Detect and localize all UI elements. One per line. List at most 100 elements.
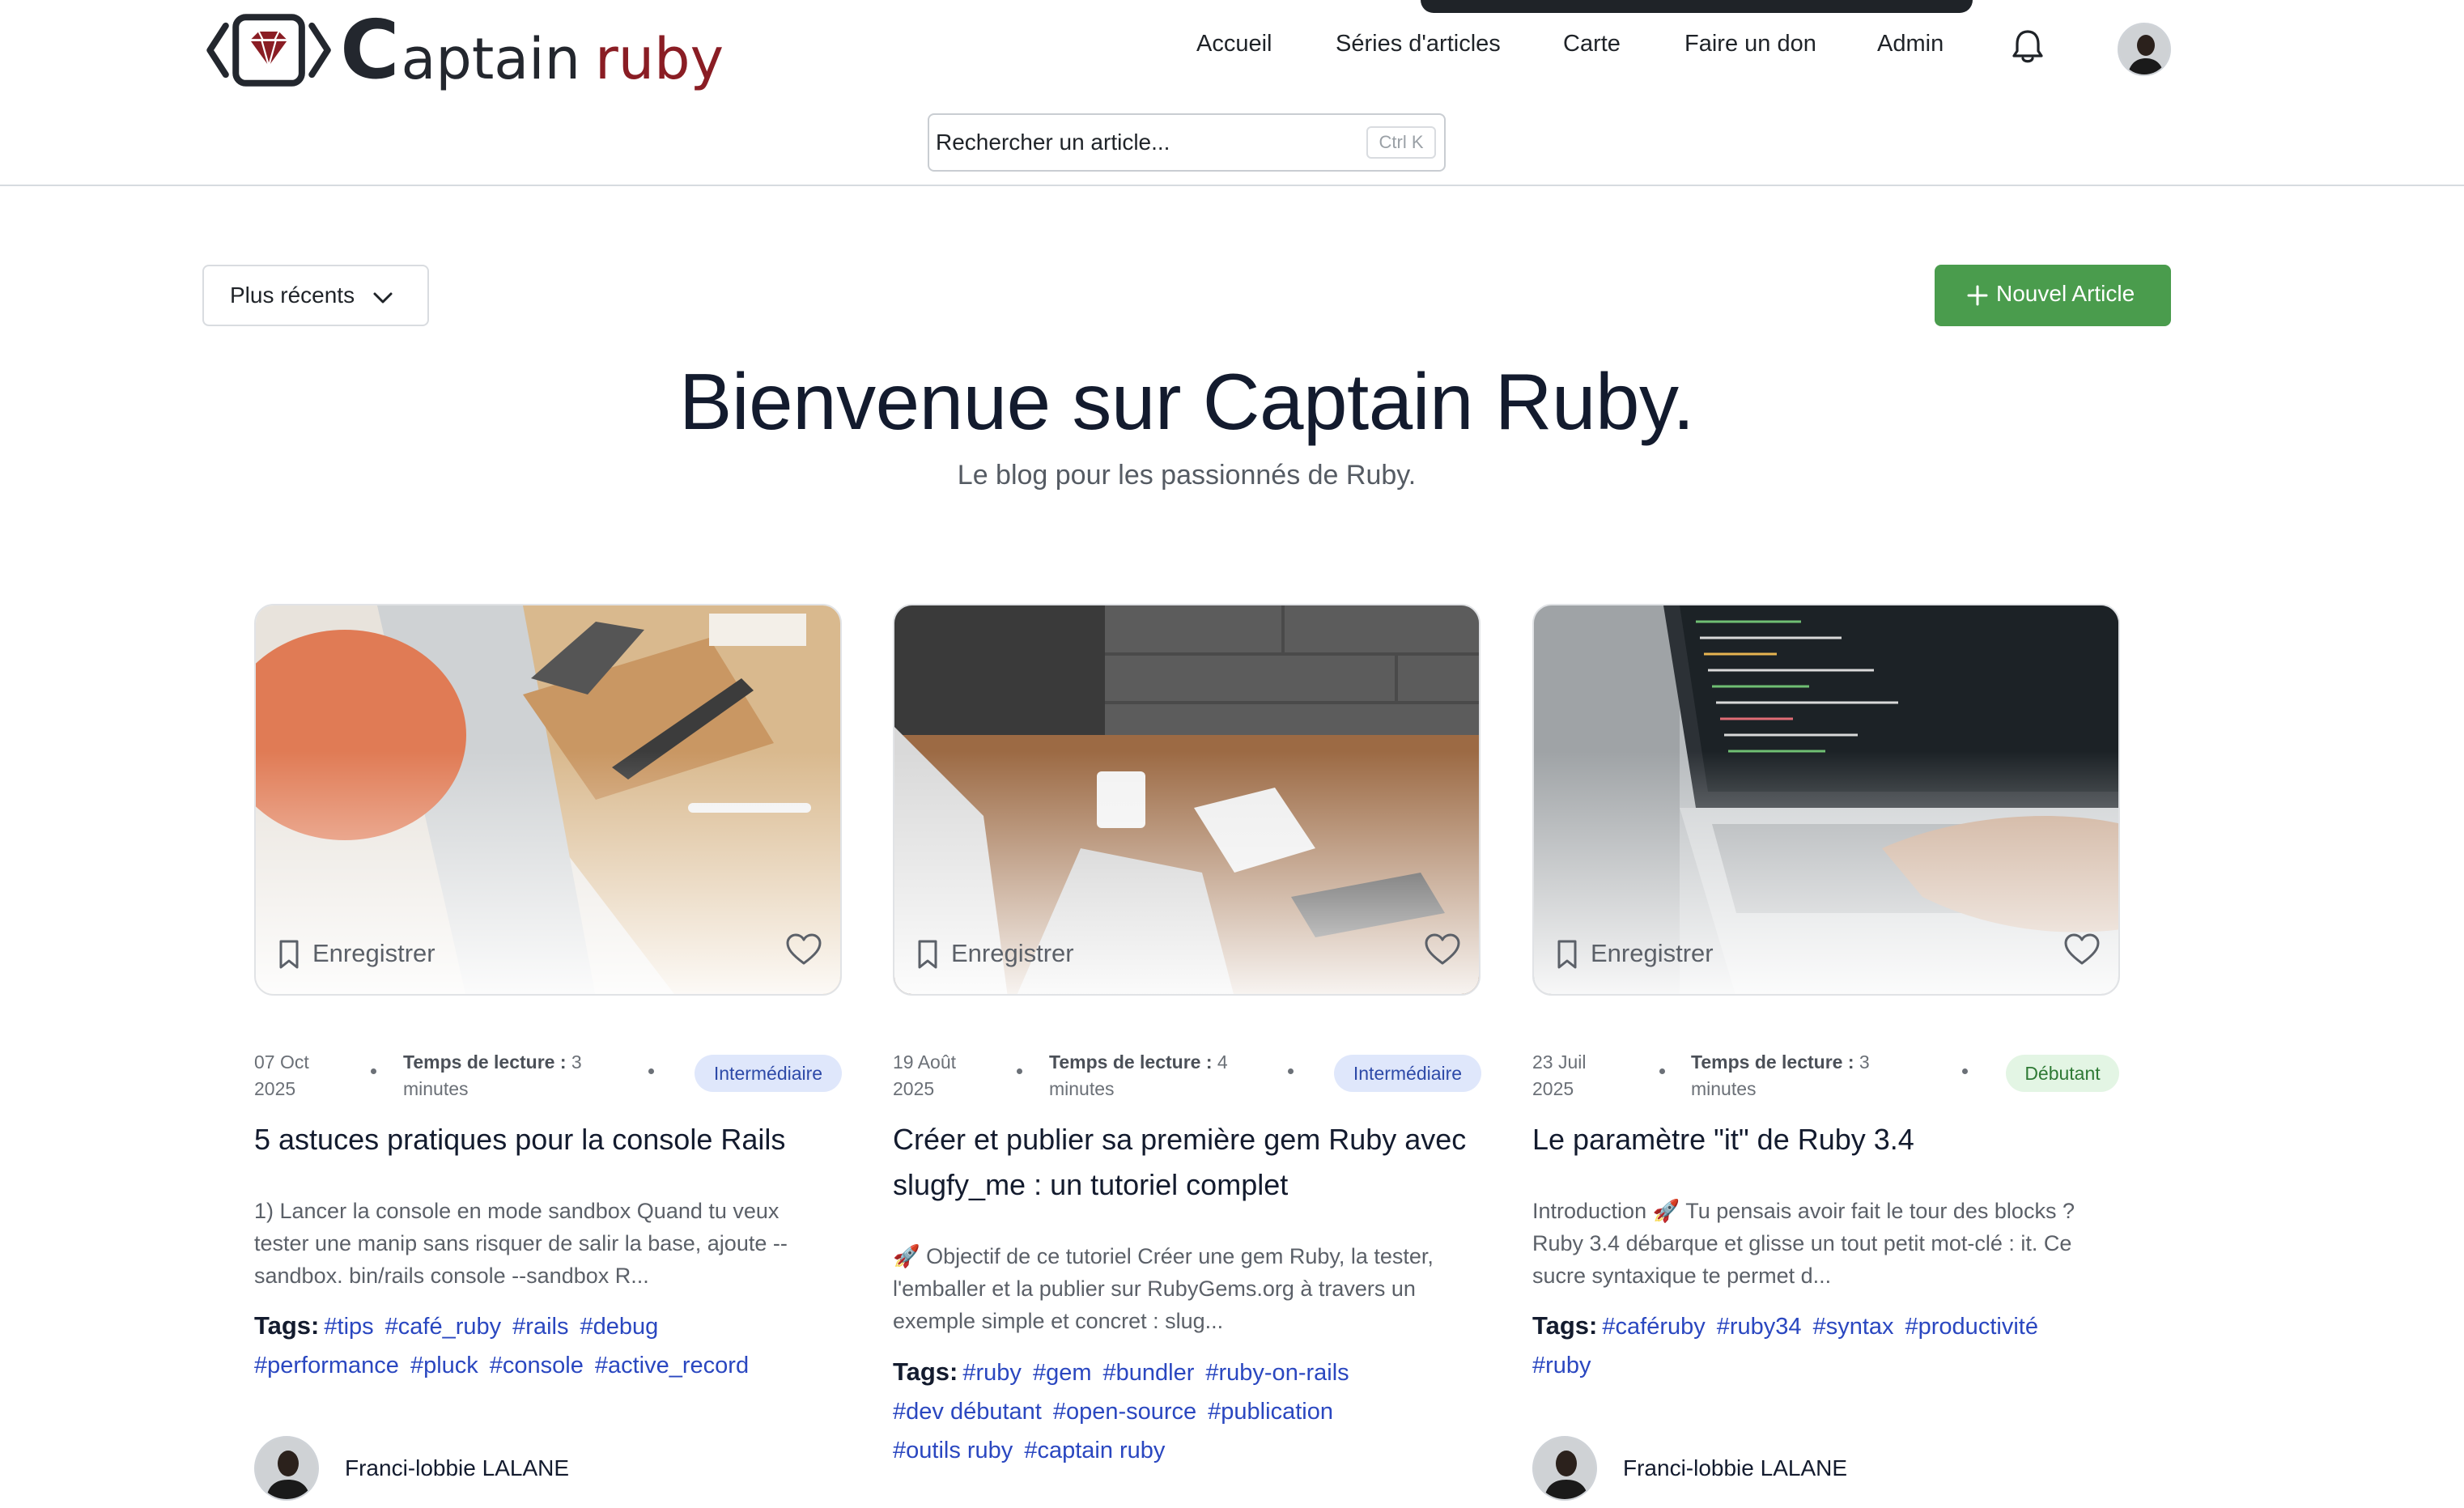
tag-link[interactable]: #syntax — [1813, 1314, 1894, 1340]
tag-link[interactable]: #bundler — [1102, 1360, 1194, 1386]
logo-word-captain: aptain — [401, 26, 580, 92]
site-header: C aptain ruby Accueil Séries d'articles … — [0, 0, 2464, 186]
author-name[interactable]: Franci-lobbie LALANE — [1623, 1455, 1847, 1481]
date-year: 2025 — [893, 1078, 935, 1099]
heart-icon[interactable] — [2063, 932, 2101, 966]
bookmark-icon — [279, 940, 299, 969]
author-avatar[interactable] — [254, 1436, 319, 1501]
meta-separator — [648, 1068, 654, 1074]
reading-time: Temps de lecture : 3 minutes — [1691, 1049, 1901, 1102]
date-day-month: 19 Août — [893, 1051, 957, 1073]
save-label: Enregistrer — [951, 939, 1074, 967]
article-date: 19 Août 2025 — [893, 1049, 974, 1102]
user-avatar-image — [2119, 24, 2169, 74]
article-title[interactable]: Créer et publier sa première gem Ruby av… — [893, 1117, 1481, 1208]
page-subtitle: Le blog pour les passionnés de Ruby. — [957, 460, 1417, 491]
tag-link[interactable]: #ruby — [1532, 1353, 1591, 1378]
date-day-month: 07 Oct — [254, 1051, 309, 1073]
chevron-down-icon — [373, 292, 393, 304]
plus-icon — [1967, 285, 1988, 306]
tag-link[interactable]: #rails — [512, 1314, 568, 1340]
ruby-logo-icon — [206, 14, 331, 87]
sort-dropdown[interactable]: Plus récents — [202, 265, 429, 326]
article-excerpt: Introduction 🚀 Tu pensais avoir fait le … — [1532, 1199, 2075, 1288]
new-article-button[interactable]: Nouvel Article — [1935, 265, 2171, 326]
nav-accueil[interactable]: Accueil — [1196, 31, 1272, 57]
bookmark-icon — [1557, 940, 1577, 969]
article-title[interactable]: Le paramètre "it" de Ruby 3.4 — [1532, 1117, 2120, 1162]
tag-link[interactable]: #tips — [324, 1314, 373, 1340]
search-input[interactable]: Rechercher un article... Ctrl K — [928, 113, 1446, 172]
tag-link[interactable]: #active_record — [595, 1353, 749, 1378]
article-tags: Tags: #ruby #gem #bundler #ruby-on-rails #dev… — [893, 1353, 1481, 1470]
tag-link[interactable]: #ruby-on-rails — [1205, 1360, 1349, 1386]
reading-time-label: Temps de lecture : — [1691, 1051, 1854, 1073]
reading-time-value: 3 — [1859, 1051, 1870, 1073]
site-logo[interactable]: C aptain ruby — [206, 6, 724, 94]
tag-link[interactable]: #ruby34 — [1717, 1314, 1802, 1340]
save-label: Enregistrer — [1591, 939, 1714, 967]
reading-time: Temps de lecture : 3 minutes — [403, 1049, 614, 1102]
meta-separator — [1659, 1068, 1665, 1074]
date-day-month: 23 Juil — [1532, 1051, 1587, 1073]
reading-time-unit: minutes — [1049, 1078, 1115, 1099]
reading-time: Temps de lecture : 4 minutes — [1049, 1049, 1260, 1102]
author-avatar-image — [256, 1438, 317, 1499]
tags-label: Tags: — [254, 1311, 320, 1340]
reading-time-unit: minutes — [403, 1078, 469, 1099]
meta-separator — [1288, 1068, 1294, 1074]
nav-series[interactable]: Séries d'articles — [1336, 31, 1501, 57]
tag-link[interactable]: #ruby — [962, 1360, 1022, 1386]
tag-link[interactable]: #outils ruby — [893, 1438, 1013, 1463]
tag-link[interactable]: #gem — [1033, 1360, 1092, 1386]
date-year: 2025 — [254, 1078, 296, 1099]
bell-icon[interactable] — [2010, 28, 2046, 65]
bookmark-icon — [918, 940, 937, 969]
article-excerpt: 🚀 Objectif de ce tutoriel Créer une gem … — [893, 1244, 1434, 1333]
user-avatar[interactable] — [2118, 23, 2171, 76]
heart-icon[interactable] — [785, 932, 822, 966]
article-title[interactable]: 5 astuces pratiques pour la console Rail… — [254, 1117, 842, 1162]
tags-label: Tags: — [1532, 1311, 1598, 1340]
tag-link[interactable]: #performance — [254, 1353, 399, 1378]
level-badge: Intermédiaire — [695, 1055, 842, 1092]
nav-admin[interactable]: Admin — [1877, 31, 1944, 57]
article-excerpt: 1) Lancer la console en mode sandbox Qua… — [254, 1199, 788, 1288]
date-year: 2025 — [1532, 1078, 1574, 1099]
tag-link[interactable]: #debug — [580, 1314, 658, 1340]
article-tags: Tags: #tips #café_ruby #rails #debug #perform… — [254, 1306, 842, 1385]
tag-link[interactable]: #dev débutant — [893, 1399, 1042, 1425]
author-avatar[interactable] — [1532, 1436, 1597, 1501]
meta-separator — [371, 1068, 376, 1074]
meta-separator — [1962, 1068, 1968, 1074]
article-tags: Tags: #caféruby #ruby34 #syntax #productivit… — [1532, 1306, 2120, 1385]
tags-label: Tags: — [893, 1357, 958, 1386]
reading-time-label: Temps de lecture : — [1049, 1051, 1213, 1073]
nav-carte[interactable]: Carte — [1563, 31, 1621, 57]
reading-time-value: 4 — [1217, 1051, 1228, 1073]
tag-link[interactable]: #café_ruby — [385, 1314, 502, 1340]
reading-time-label: Temps de lecture : — [403, 1051, 567, 1073]
heart-icon[interactable] — [1424, 932, 1461, 966]
article-image[interactable]: Enregistrer — [1532, 604, 2120, 996]
article-image[interactable]: Enregistrer — [893, 604, 1481, 996]
nav-faire-un-don[interactable]: Faire un don — [1684, 31, 1816, 57]
logo-letter: C — [340, 2, 400, 97]
article-image[interactable]: Enregistrer — [254, 604, 842, 996]
tag-link[interactable]: #console — [490, 1353, 584, 1378]
top-banner-strip — [1421, 0, 1973, 13]
reading-time-value: 3 — [571, 1051, 582, 1073]
tag-link[interactable]: #productivité — [1905, 1314, 2038, 1340]
tag-link[interactable]: #publication — [1208, 1399, 1333, 1425]
meta-separator — [1017, 1068, 1022, 1074]
tag-link[interactable]: #captain ruby — [1024, 1438, 1165, 1463]
tag-link[interactable]: #pluck — [410, 1353, 478, 1378]
tag-link[interactable]: #caféruby — [1602, 1314, 1705, 1340]
search-shortcut-badge: Ctrl K — [1366, 126, 1436, 159]
article-date: 07 Oct 2025 — [254, 1049, 335, 1102]
author-name[interactable]: Franci-lobbie LALANE — [345, 1455, 569, 1481]
article-date: 23 Juil 2025 — [1532, 1049, 1613, 1102]
tag-link[interactable]: #open-source — [1053, 1399, 1196, 1425]
level-badge: Débutant — [2006, 1055, 2119, 1092]
level-badge: Intermédiaire — [1334, 1055, 1481, 1092]
